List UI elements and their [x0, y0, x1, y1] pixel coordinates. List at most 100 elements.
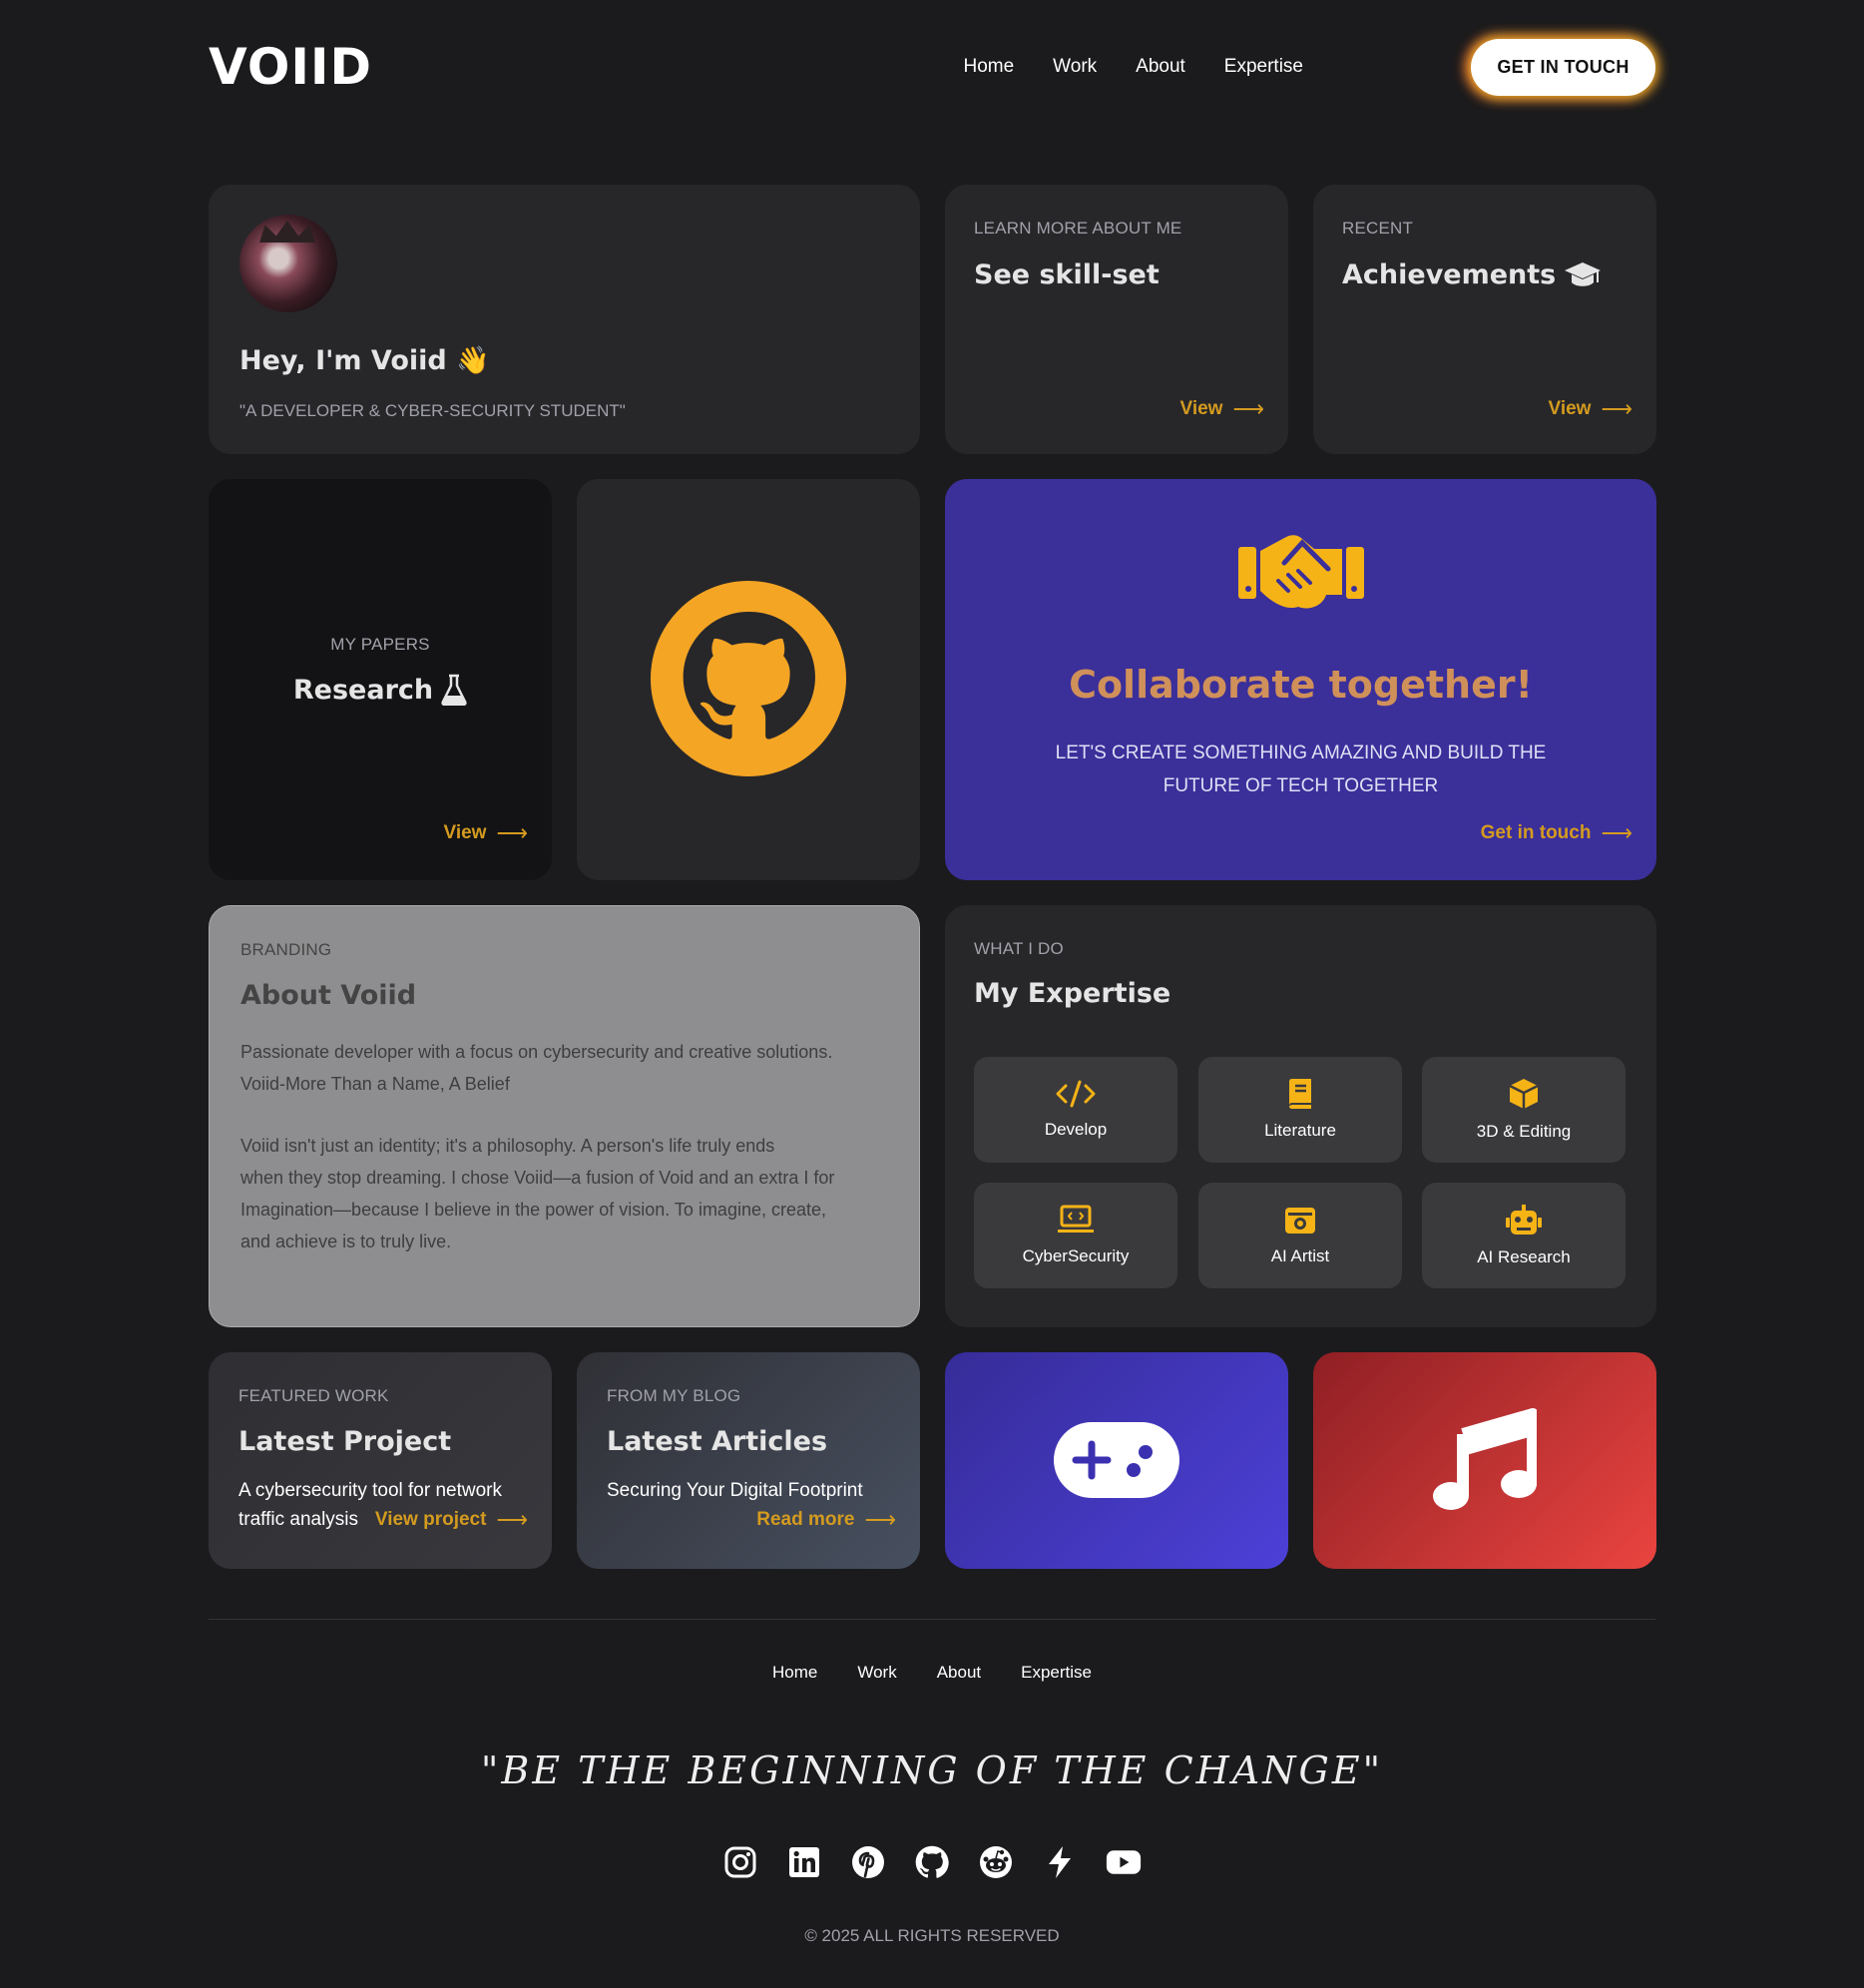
- collaborate-subtitle-line1: LET'S CREATE SOMETHING AMAZING AND BUILD…: [1055, 743, 1547, 763]
- bolt-icon[interactable]: [1042, 1844, 1078, 1880]
- main-nav: Home Work About Expertise: [963, 56, 1303, 78]
- expertise-label: Literature: [1264, 1121, 1336, 1140]
- pinterest-icon[interactable]: [850, 1844, 886, 1880]
- footer-nav-expertise[interactable]: Expertise: [1021, 1663, 1092, 1683]
- reddit-icon[interactable]: [978, 1844, 1014, 1880]
- about-line: Passionate developer with a focus on cyb…: [240, 1042, 833, 1062]
- achievements-title: Achievements: [1342, 259, 1557, 290]
- nav-work[interactable]: Work: [1053, 56, 1097, 78]
- collaborate-card[interactable]: Collaborate together! LET'S CREATE SOMET…: [945, 479, 1656, 880]
- robot-icon: [1506, 1205, 1542, 1235]
- expertise-tile-literature[interactable]: Literature: [1198, 1057, 1402, 1163]
- music-card[interactable]: [1313, 1352, 1656, 1569]
- about-line: Voiid-More Than a Name, A Belief: [240, 1074, 510, 1094]
- achievements-heading: Achievements: [1342, 259, 1602, 290]
- intro-card: Hey, I'm Voiid 👋 "A DEVELOPER & CYBER-SE…: [209, 185, 920, 454]
- view-label: View: [1548, 398, 1592, 419]
- github-icon[interactable]: [914, 1844, 950, 1880]
- achievements-view-link[interactable]: View ⟶: [1548, 396, 1632, 422]
- blog-title: Latest Articles: [607, 1426, 828, 1457]
- arrow-right-icon: ⟶: [496, 820, 528, 845]
- music-note-icon: [1433, 1408, 1537, 1510]
- research-eyebrow: MY PAPERS: [330, 635, 430, 654]
- view-label: View: [1179, 398, 1223, 419]
- collaborate-get-in-touch-link[interactable]: Get in touch ⟶: [1481, 820, 1632, 846]
- project-desc-line2: traffic analysis: [238, 1509, 359, 1530]
- about-line: Voiid isn't just an identity; it's a phi…: [240, 1136, 775, 1156]
- about-paragraph-2: Voiid isn't just an identity; it's a phi…: [240, 1130, 834, 1257]
- nav-about[interactable]: About: [1136, 56, 1185, 78]
- footer-divider: [209, 1619, 1655, 1620]
- research-view-link[interactable]: View ⟶: [443, 820, 528, 846]
- collaborate-subtitle-line2: FUTURE OF TECH TOGETHER: [1163, 775, 1439, 796]
- expertise-tile-3d-editing[interactable]: 3D & Editing: [1422, 1057, 1626, 1163]
- expertise-label: AI Research: [1477, 1247, 1571, 1266]
- social-links: [0, 1844, 1864, 1880]
- expertise-tile-ai-artist[interactable]: AI Artist: [1198, 1183, 1402, 1288]
- expertise-label: CyberSecurity: [1022, 1246, 1130, 1265]
- blog-desc: Securing Your Digital Footprint: [607, 1480, 863, 1501]
- research-card[interactable]: MY PAPERS Research View ⟶: [209, 479, 552, 880]
- graduation-cap-icon: [1565, 261, 1602, 286]
- skillset-view-link[interactable]: View ⟶: [1179, 396, 1264, 422]
- view-project-link[interactable]: View project ⟶: [375, 1507, 528, 1533]
- achievements-card[interactable]: RECENT Achievements View ⟶: [1313, 185, 1656, 454]
- book-icon: [1289, 1079, 1311, 1109]
- blog-eyebrow: FROM MY BLOG: [607, 1386, 741, 1405]
- expertise-label: AI Artist: [1270, 1246, 1330, 1265]
- about-paragraph-1: Passionate developer with a focus on cyb…: [240, 1036, 832, 1100]
- skillset-eyebrow: LEARN MORE ABOUT ME: [974, 219, 1182, 238]
- nav-home[interactable]: Home: [963, 56, 1014, 78]
- nav-expertise[interactable]: Expertise: [1224, 56, 1303, 78]
- gaming-card[interactable]: [945, 1352, 1288, 1569]
- get-in-touch-label: Get in touch: [1480, 822, 1592, 843]
- expertise-tile-cybersecurity[interactable]: CyberSecurity: [974, 1183, 1177, 1288]
- about-line: when they stop dreaming. I chose Voiid—a…: [240, 1168, 835, 1188]
- get-in-touch-button[interactable]: GET IN TOUCH: [1471, 39, 1655, 96]
- expertise-card: WHAT I DO My Expertise Develop Literatur…: [945, 905, 1656, 1327]
- intro-tagline: "A DEVELOPER & CYBER-SECURITY STUDENT": [239, 401, 626, 420]
- skillset-title: See skill-set: [974, 259, 1160, 290]
- project-eyebrow: FEATURED WORK: [238, 1386, 389, 1405]
- read-more-link[interactable]: Read more ⟶: [756, 1507, 896, 1533]
- linkedin-icon[interactable]: [786, 1844, 822, 1880]
- collaborate-title: Collaborate together!: [1069, 663, 1533, 707]
- expertise-eyebrow: WHAT I DO: [974, 939, 1064, 958]
- footer-nav-home[interactable]: Home: [772, 1663, 817, 1683]
- about-card: BRANDING About Voiid Passionate develope…: [209, 905, 920, 1327]
- camera-retro-icon: [1285, 1208, 1315, 1234]
- copyright: © 2025 ALL RIGHTS RESERVED: [804, 1926, 1060, 1945]
- intro-greeting: Hey, I'm Voiid 👋: [239, 345, 490, 376]
- arrow-right-icon: ⟶: [496, 1507, 528, 1532]
- expertise-tile-ai-research[interactable]: AI Research: [1422, 1183, 1626, 1288]
- handshake-icon: [1238, 535, 1364, 609]
- avatar: [239, 215, 337, 312]
- about-eyebrow: BRANDING: [240, 940, 332, 959]
- expertise-tile-develop[interactable]: Develop: [974, 1057, 1177, 1163]
- research-heading: Research: [209, 674, 552, 706]
- footer-quote: "BE THE BEGINNING OF THE CHANGE": [480, 1748, 1384, 1792]
- achievements-eyebrow: RECENT: [1342, 219, 1414, 238]
- skillset-card[interactable]: LEARN MORE ABOUT ME See skill-set View ⟶: [945, 185, 1288, 454]
- arrow-right-icon: ⟶: [1601, 820, 1632, 845]
- flask-icon: [441, 674, 467, 706]
- latest-project-card[interactable]: FEATURED WORK Latest Project A cybersecu…: [209, 1352, 552, 1569]
- footer-nav-about[interactable]: About: [937, 1663, 981, 1683]
- arrow-right-icon: ⟶: [1601, 396, 1632, 421]
- arrow-right-icon: ⟶: [864, 1507, 896, 1532]
- code-icon: [1056, 1080, 1096, 1108]
- expertise-label: 3D & Editing: [1476, 1122, 1572, 1141]
- latest-articles-card[interactable]: FROM MY BLOG Latest Articles Securing Yo…: [577, 1352, 920, 1569]
- github-card[interactable]: [577, 479, 920, 880]
- footer-nav-work[interactable]: Work: [857, 1663, 896, 1683]
- laptop-code-icon: [1058, 1205, 1094, 1233]
- site-logo[interactable]: VOIID: [209, 38, 372, 96]
- page: VOIID Home Work About Expertise GET IN T…: [0, 0, 1864, 1988]
- github-icon: [651, 581, 846, 776]
- youtube-icon[interactable]: [1106, 1844, 1142, 1880]
- instagram-icon[interactable]: [722, 1844, 758, 1880]
- expertise-label: Develop: [1044, 1120, 1108, 1139]
- footer-nav: Home Work About Expertise: [0, 1663, 1864, 1683]
- cube-icon: [1509, 1079, 1539, 1109]
- about-line: and achieve is to truly live.: [240, 1232, 452, 1251]
